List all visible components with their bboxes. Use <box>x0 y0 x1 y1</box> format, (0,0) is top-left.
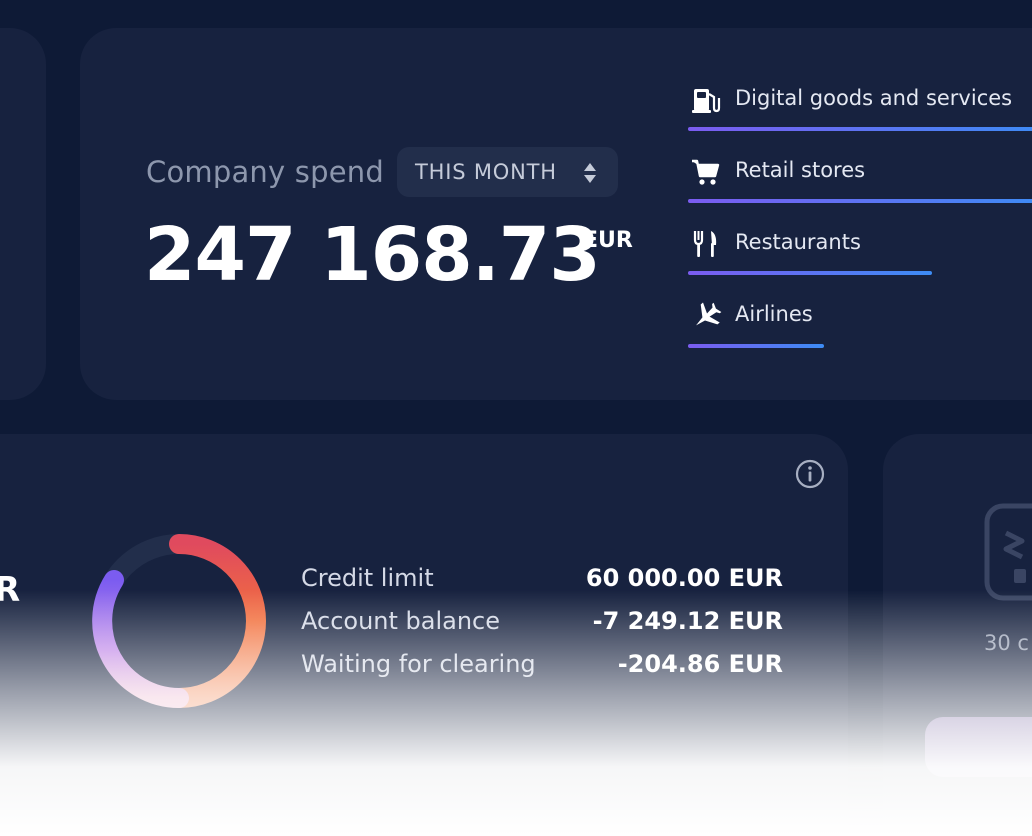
category-bar-digital-goods <box>688 127 1032 131</box>
fuel-pump-icon <box>692 89 721 113</box>
category-bar-retail-stores <box>688 199 1032 203</box>
credit-donut-chart <box>92 534 266 708</box>
company-spend-label: Company spend <box>146 155 384 189</box>
airplane-icon <box>696 302 722 326</box>
info-icon[interactable] <box>795 459 825 489</box>
cards-action-chip[interactable] <box>925 717 1032 777</box>
category-bar-airlines <box>688 344 824 348</box>
category-bar-restaurants <box>688 271 932 275</box>
period-select[interactable]: THIS MONTH <box>397 147 618 197</box>
balance-currency-fragment: R <box>0 570 21 610</box>
credit-limit-value: 60 000.00 EUR <box>585 564 783 592</box>
account-balance-value: -7 249.12 EUR <box>592 607 783 635</box>
credit-limit-label: Credit limit <box>301 564 434 592</box>
period-select-value: THIS MONTH <box>415 160 557 184</box>
account-balance-label: Account balance <box>301 607 501 635</box>
category-label: Airlines <box>735 302 813 326</box>
left-card <box>0 28 46 400</box>
spend-currency: EUR <box>583 228 633 253</box>
category-label: Restaurants <box>735 230 861 254</box>
payment-card-icon <box>984 503 1032 601</box>
shopping-cart-icon <box>692 159 720 185</box>
dashboard: Company spend THIS MONTH 247 168.73 EUR … <box>0 0 1032 836</box>
waiting-clearing-label: Waiting for clearing <box>301 650 536 678</box>
category-label: Digital goods and services <box>735 86 1013 110</box>
cards-count: 30 c <box>984 631 1029 655</box>
category-label: Retail stores <box>735 158 866 182</box>
spend-amount: 247 168.73 <box>144 212 601 298</box>
fork-knife-icon <box>693 231 717 257</box>
sort-arrows-icon <box>584 163 596 183</box>
waiting-clearing-value: -204.86 EUR <box>617 650 783 678</box>
